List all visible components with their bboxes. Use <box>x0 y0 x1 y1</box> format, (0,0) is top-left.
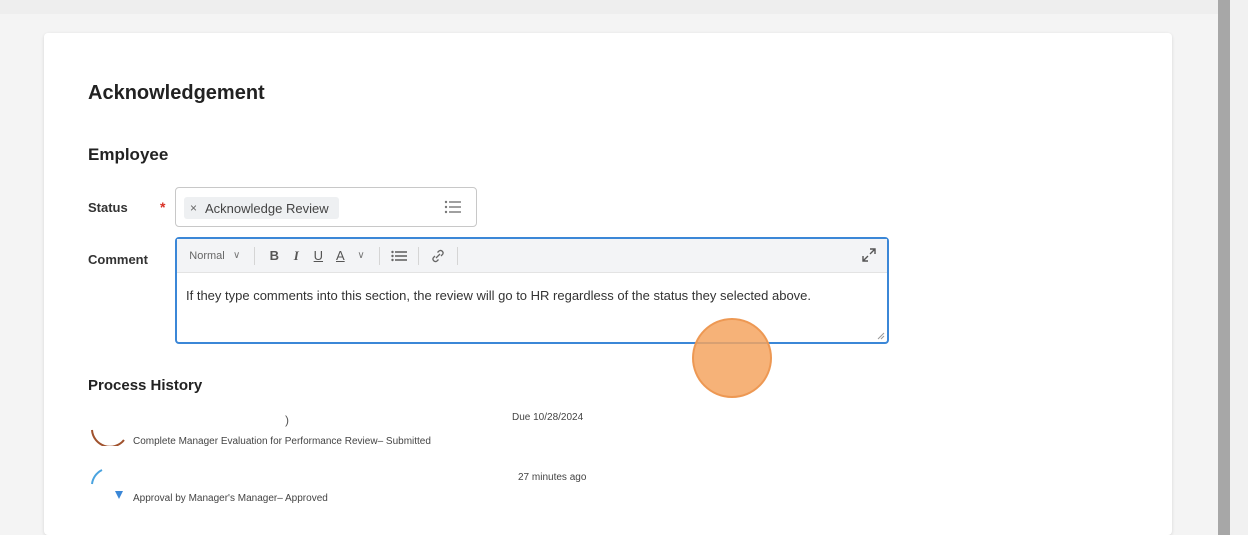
comment-text[interactable]: If they type comments into this section,… <box>186 285 876 306</box>
text-color-label: A <box>335 248 345 263</box>
text-color-button[interactable]: A <box>329 239 351 272</box>
status-field[interactable]: × Acknowledge Review <box>175 187 477 227</box>
chevron-down-icon[interactable]: ∨ <box>357 250 364 261</box>
approved-marker-icon <box>115 491 123 499</box>
italic-button[interactable]: I <box>285 239 307 272</box>
history-item: Complete Manager Evaluation for Performa… <box>133 436 431 447</box>
comment-editor[interactable]: Normal ∨ B I U A ∨ If they type comments… <box>175 237 889 344</box>
toolbar-divider <box>254 246 256 265</box>
status-selected-pill[interactable]: × Acknowledge Review <box>184 197 339 219</box>
click-indicator <box>692 318 772 398</box>
progress-ring-icon <box>91 429 125 446</box>
underline-button[interactable]: U <box>307 239 329 272</box>
expand-icon[interactable] <box>861 247 877 263</box>
history-item: Approval by Manager's Manager– Approved <box>133 493 328 504</box>
comment-label: Comment <box>88 252 148 267</box>
required-indicator: * <box>160 199 166 215</box>
toolbar-divider <box>378 246 380 265</box>
history-item-trailing: ) <box>285 413 289 427</box>
history-item-status: Approved <box>285 493 328 504</box>
window-edge <box>1230 0 1248 535</box>
history-item-time: 27 minutes ago <box>518 472 587 483</box>
history-item-step: Complete Manager Evaluation for Performa… <box>133 436 378 447</box>
toolbar-divider <box>417 246 419 265</box>
subsection-title: Employee <box>88 145 169 164</box>
list-icon[interactable] <box>444 199 462 215</box>
bulleted-list-icon[interactable] <box>388 239 410 272</box>
history-item-step: Approval by Manager's Manager <box>133 493 278 504</box>
process-history-title: Process History <box>88 377 203 394</box>
editor-toolbar: Normal ∨ B I U A ∨ <box>177 239 887 273</box>
history-item-time: Due 10/28/2024 <box>512 412 584 423</box>
status-selected-value: Acknowledge Review <box>205 200 329 216</box>
remove-selection-icon[interactable]: × <box>190 201 197 215</box>
progress-ring-icon <box>91 469 103 485</box>
section-title: Acknowledgement <box>88 82 265 104</box>
chevron-down-icon[interactable]: ∨ <box>233 250 240 261</box>
bold-button[interactable]: B <box>263 239 285 272</box>
resize-grip-icon[interactable] <box>877 332 885 340</box>
history-item-status: Submitted <box>385 436 431 447</box>
format-dropdown[interactable]: Normal <box>187 239 227 272</box>
top-bar <box>0 0 1218 14</box>
link-icon[interactable] <box>427 239 449 272</box>
status-label: Status <box>88 200 128 215</box>
vertical-scrollbar[interactable] <box>1218 0 1230 535</box>
history-item-separator: – <box>377 436 386 447</box>
history-item-separator: – <box>277 493 286 504</box>
page: Acknowledgement Employee Status * × Ackn… <box>0 0 1248 535</box>
toolbar-divider <box>456 246 458 265</box>
